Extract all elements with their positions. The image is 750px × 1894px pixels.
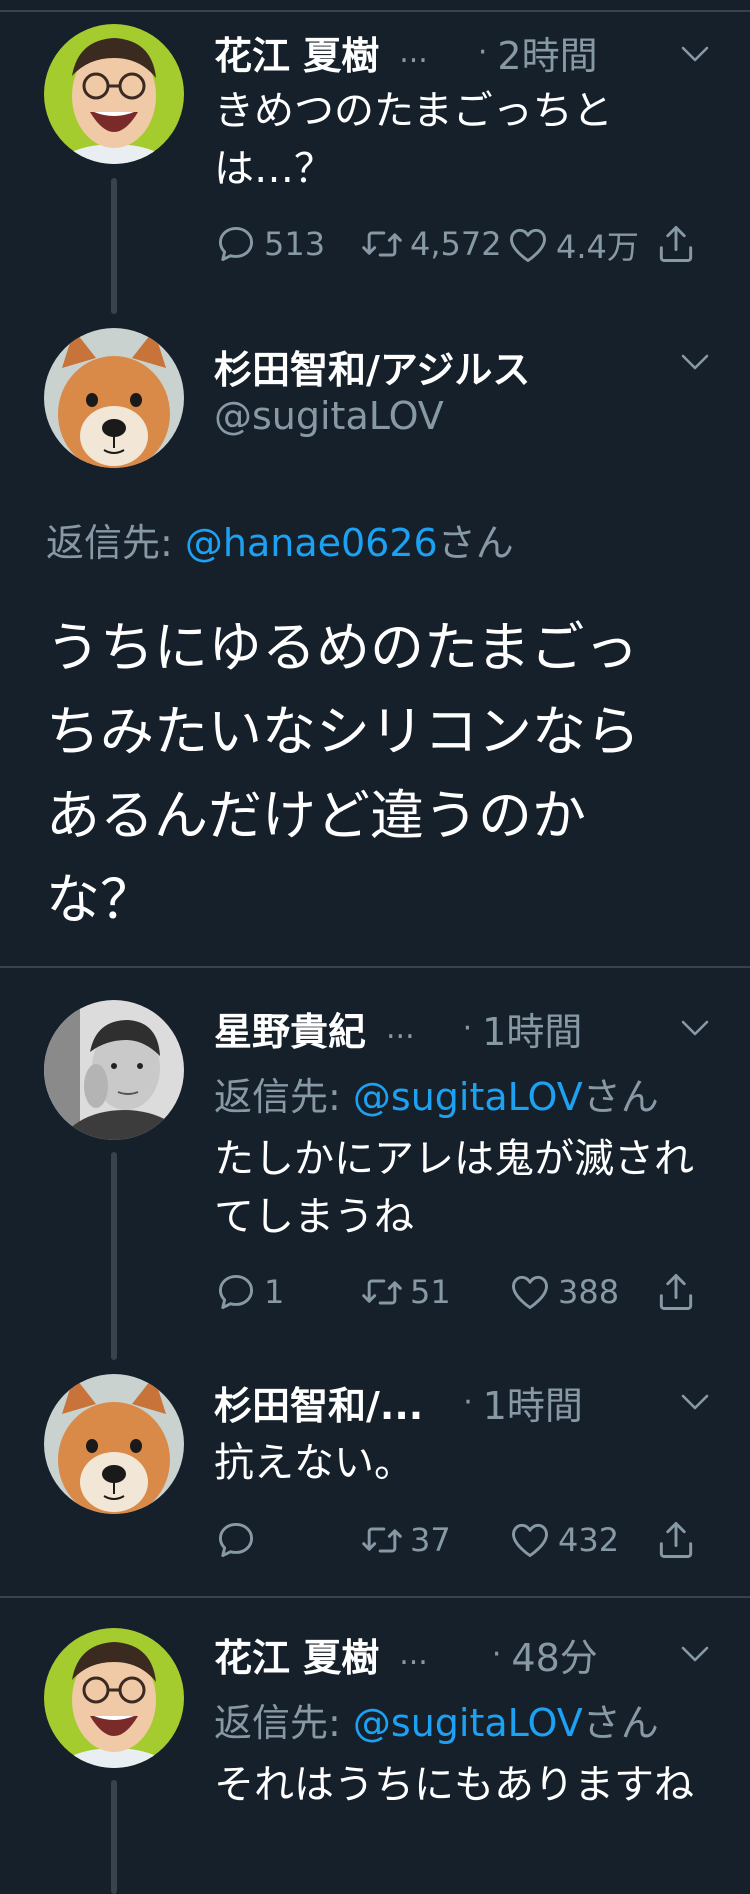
reply-icon	[214, 222, 258, 266]
reply-count: 1	[264, 1273, 285, 1311]
name-ellipsis: ...	[399, 1636, 428, 1672]
reply-context: 返信先: @sugitaLOVさん	[214, 1066, 659, 1121]
like-count: 4.4万	[556, 228, 639, 266]
like-button[interactable]: 432	[508, 1518, 619, 1562]
reply-prefix: 返信先:	[46, 521, 185, 565]
tweet-header: 花江 夏樹 ... · 2時間	[214, 24, 730, 80]
reply-icon	[214, 1518, 258, 1562]
thread-line	[111, 1152, 117, 1360]
divider	[0, 1596, 750, 1598]
thread-line	[111, 178, 117, 314]
reply-mention-link[interactable]: @sugitaLOV	[353, 1075, 583, 1119]
avatar-sugita[interactable]	[44, 328, 184, 468]
tweet-text: たしかにアレは鬼が滅されてしまうね	[214, 1136, 694, 1240]
tweet-header: 杉田智和/... · 1時間	[214, 1374, 730, 1430]
name-ellipsis: ...	[399, 34, 428, 70]
top-divider	[0, 10, 750, 12]
reply-prefix: 返信先:	[214, 1075, 353, 1119]
like-icon	[508, 1270, 552, 1314]
timestamp[interactable]: 48分	[511, 1627, 597, 1682]
tweet-text: 抗えない。	[214, 1440, 414, 1486]
retweet-icon	[360, 1270, 404, 1314]
tweet-header: 杉田智和/アジルス	[214, 338, 730, 394]
thread-line	[111, 1780, 117, 1894]
retweet-count: 51	[410, 1273, 451, 1311]
reply-mention-link[interactable]: @sugitaLOV	[353, 1701, 583, 1745]
chevron-down-icon[interactable]	[680, 1018, 710, 1038]
avatar-sugita[interactable]	[44, 1374, 184, 1514]
reply-button[interactable]	[214, 1518, 264, 1562]
retweet-count: 4,572	[410, 225, 502, 263]
share-button[interactable]	[654, 222, 704, 266]
name-ellipsis: ...	[386, 1010, 415, 1046]
reply-suffix: さん	[582, 1075, 659, 1119]
share-button[interactable]	[654, 1270, 704, 1314]
share-button[interactable]	[654, 1518, 704, 1562]
dot-separator: ·	[463, 1384, 473, 1420]
avatar-hanae[interactable]	[44, 24, 184, 164]
dot-separator: ·	[477, 34, 488, 70]
retweet-count: 37	[410, 1521, 451, 1559]
display-name[interactable]: 杉田智和/...	[214, 1375, 423, 1430]
display-name[interactable]: 花江 夏樹	[214, 1627, 379, 1682]
chevron-down-icon[interactable]	[680, 44, 710, 64]
tweet-header: 星野貴紀 ... · 1時間	[214, 1000, 730, 1056]
reply-context: 返信先: @sugitaLOVさん	[214, 1692, 659, 1747]
reply-context: 返信先: @hanae0626さん	[46, 512, 514, 567]
timestamp[interactable]: 1時間	[483, 1375, 583, 1430]
tweet-text: うちにゆるめのたまごっちみたいなシリコンならあるんだけど違うのかな？	[46, 616, 640, 931]
chevron-down-icon[interactable]	[680, 1644, 710, 1664]
like-button[interactable]: 388	[508, 1270, 619, 1314]
reply-mention-link[interactable]: @hanae0626	[185, 521, 438, 565]
action-bar: 1 51 388	[214, 1270, 714, 1320]
share-icon	[654, 1270, 698, 1314]
tweet-header: 花江 夏樹 ... · 48分	[214, 1626, 730, 1682]
reply-suffix: さん	[437, 521, 514, 565]
chevron-down-icon[interactable]	[680, 1392, 710, 1412]
like-icon	[508, 1518, 552, 1562]
like-count: 388	[558, 1273, 620, 1311]
retweet-icon	[360, 1518, 404, 1562]
user-handle[interactable]: @sugitaLOV	[214, 394, 444, 438]
chevron-down-icon[interactable]	[680, 352, 710, 372]
share-icon	[654, 1518, 698, 1562]
display-name[interactable]: 星野貴紀	[214, 1001, 366, 1056]
reply-button[interactable]: 513	[214, 222, 325, 266]
reply-prefix: 返信先:	[214, 1701, 353, 1745]
like-icon	[506, 223, 550, 267]
avatar-hoshino[interactable]	[44, 1000, 184, 1140]
retweet-icon	[360, 222, 404, 266]
reply-count: 513	[264, 225, 326, 263]
like-count: 432	[558, 1521, 620, 1559]
retweet-button[interactable]: 37	[360, 1518, 451, 1562]
dot-separator: ·	[491, 1636, 502, 1672]
display-name[interactable]: 花江 夏樹	[214, 25, 379, 80]
reply-suffix: さん	[582, 1701, 659, 1745]
display-name[interactable]: 杉田智和/アジルス	[214, 339, 530, 394]
like-button[interactable]: 4.4万	[506, 222, 639, 268]
timestamp[interactable]: 2時間	[497, 25, 597, 80]
tweet-text: それはうちにもありますね	[214, 1762, 694, 1808]
divider	[0, 966, 750, 968]
tweet-text: きめつのたまごっちとは…？	[214, 88, 613, 192]
action-bar: 37 432	[214, 1518, 714, 1568]
share-icon	[654, 222, 698, 266]
timestamp[interactable]: 1時間	[482, 1001, 582, 1056]
reply-button[interactable]: 1	[214, 1270, 284, 1314]
action-bar: 513 4,572 4.4万	[214, 222, 714, 272]
avatar-hanae[interactable]	[44, 1628, 184, 1768]
retweet-button[interactable]: 51	[360, 1270, 451, 1314]
dot-separator: ·	[462, 1010, 473, 1046]
reply-icon	[214, 1270, 258, 1314]
retweet-button[interactable]: 4,572	[360, 222, 502, 266]
